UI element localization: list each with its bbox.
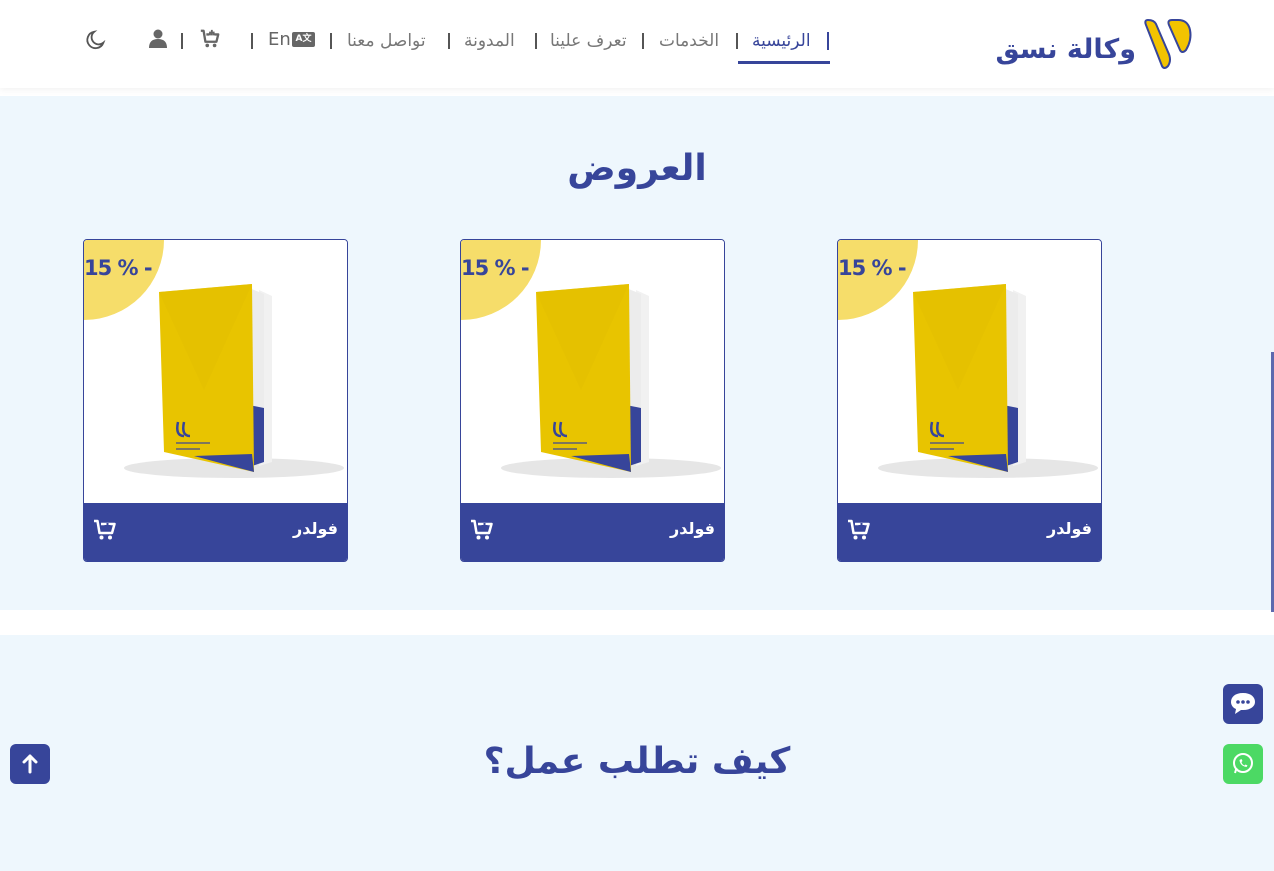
product-image: 15 % - [838, 240, 1101, 504]
nav-item-blog[interactable]: المدونة [464, 31, 515, 51]
nav-item-contact[interactable]: تواصل معنا [347, 31, 426, 51]
nav-active-indicator [738, 61, 830, 64]
nav-item-home[interactable]: الرئيسية [752, 31, 811, 51]
nav-item-about[interactable]: تعرف علينا [550, 31, 627, 51]
language-label: En [268, 29, 291, 50]
discount-text: 15 % - [84, 256, 153, 280]
add-to-cart-icon[interactable] [93, 519, 117, 541]
how-to-order-title: كيف تطلب عمل؟ [483, 741, 791, 782]
offer-card[interactable]: 15 % - فولدر [83, 239, 348, 562]
arrow-up-icon [22, 754, 38, 774]
nav-separator [181, 33, 183, 49]
discount-text: 15 % - [838, 256, 907, 280]
chat-button[interactable] [1223, 684, 1263, 724]
language-icon: A文 [292, 32, 315, 47]
nav-separator [827, 32, 829, 50]
card-footer: فولدر [84, 503, 347, 561]
whatsapp-icon [1233, 753, 1253, 774]
nav-separator [535, 33, 537, 49]
moon-icon[interactable] [85, 29, 107, 51]
product-name: فولدر [670, 519, 715, 538]
discount-text: 15 % - [461, 256, 530, 280]
offers-title: العروض [567, 148, 707, 189]
how-to-order-section: كيف تطلب عمل؟ [0, 635, 1274, 871]
product-image: 15 % - [461, 240, 724, 504]
nav-item-services[interactable]: الخدمات [659, 31, 719, 51]
scroll-to-top-button[interactable] [10, 744, 50, 784]
card-footer: فولدر [461, 503, 724, 561]
whatsapp-button[interactable] [1223, 744, 1263, 784]
nav-separator [736, 33, 738, 49]
add-to-cart-icon[interactable] [470, 519, 494, 541]
section-gap [0, 610, 1274, 635]
cart-icon[interactable] [199, 28, 221, 50]
main-nav: الرئيسية الخدمات تعرف علينا المدونة تواص… [0, 27, 1274, 67]
offer-card[interactable]: 15 % - فولدر [837, 239, 1102, 562]
nav-separator [642, 33, 644, 49]
nav-separator [448, 33, 450, 49]
offer-card[interactable]: 15 % - فولدر [460, 239, 725, 562]
product-name: فولدر [1047, 519, 1092, 538]
nav-separator [251, 33, 253, 49]
site-header: وكالة نسق الرئيسية الخدمات تعرف علينا ال… [0, 0, 1274, 88]
nav-separator [330, 33, 332, 49]
product-name: فولدر [293, 519, 338, 538]
add-to-cart-icon[interactable] [847, 519, 871, 541]
product-image: 15 % - [84, 240, 347, 504]
chat-icon [1231, 693, 1255, 714]
offers-section: العروض 15 % - فولدر 15 % - فولدر 15 % - … [0, 96, 1274, 610]
user-icon[interactable] [148, 28, 168, 48]
card-footer: فولدر [838, 503, 1101, 561]
